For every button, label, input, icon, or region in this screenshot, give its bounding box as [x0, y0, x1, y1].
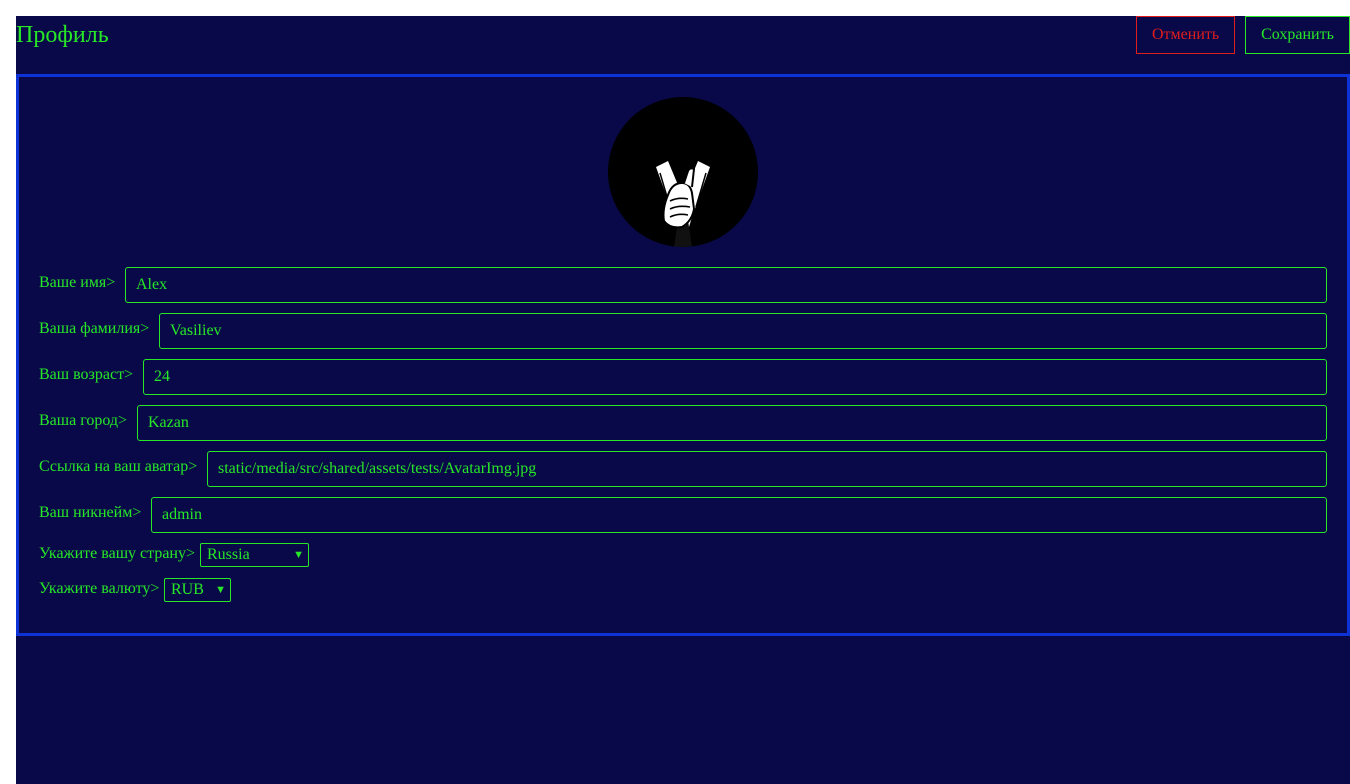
city-label: Ваша город> — [39, 412, 128, 429]
city-input[interactable]: Kazan — [137, 405, 1327, 441]
country-selected-value: Russia — [207, 546, 250, 563]
profile-page: Профиль Отменить Сохранить Ваше имя> Ale… — [16, 16, 1350, 784]
country-select[interactable]: Russia ▼ — [200, 543, 309, 567]
page-header: Профиль Отменить Сохранить — [16, 16, 1350, 54]
currency-row: Укажите валюту> RUB ▼ — [39, 578, 439, 602]
avatar — [608, 97, 758, 247]
chevron-down-icon: ▼ — [215, 584, 226, 596]
age-row: Ваш возраст> 24 — [39, 359, 1327, 395]
profile-card: Ваше имя> Alex Ваша фамилия> Vasiliev Ва… — [16, 74, 1350, 636]
page-title: Профиль — [16, 22, 109, 48]
chevron-down-icon: ▼ — [293, 549, 304, 561]
country-row: Укажите вашу страну> Russia ▼ — [39, 543, 439, 567]
avatar-url-input[interactable]: static/media/src/shared/assets/tests/Ava… — [207, 451, 1327, 487]
age-label: Ваш возраст> — [39, 366, 134, 383]
country-label: Укажите вашу страну> — [39, 545, 196, 562]
last-name-input[interactable]: Vasiliev — [159, 313, 1327, 349]
first-name-row: Ваше имя> Alex — [39, 267, 1327, 303]
currency-label: Укажите валюту> — [39, 580, 160, 597]
first-name-input[interactable]: Alex — [125, 267, 1327, 303]
nickname-label: Ваш никнейм> — [39, 504, 142, 521]
avatar-url-row: Ссылка на ваш аватар> static/media/src/s… — [39, 451, 1327, 487]
currency-selected-value: RUB — [171, 581, 204, 598]
age-input[interactable]: 24 — [143, 359, 1327, 395]
anonymous-suit-avatar-icon — [608, 97, 758, 247]
last-name-label: Ваша фамилия> — [39, 320, 150, 337]
last-name-row: Ваша фамилия> Vasiliev — [39, 313, 1327, 349]
currency-select[interactable]: RUB ▼ — [164, 578, 231, 602]
city-row: Ваша город> Kazan — [39, 405, 1327, 441]
avatar-url-label: Ссылка на ваш аватар> — [39, 458, 198, 475]
nickname-input[interactable]: admin — [151, 497, 1327, 533]
nickname-row: Ваш никнейм> admin — [39, 497, 1327, 533]
first-name-label: Ваше имя> — [39, 274, 116, 291]
cancel-button[interactable]: Отменить — [1136, 16, 1235, 54]
save-button[interactable]: Сохранить — [1245, 16, 1350, 54]
